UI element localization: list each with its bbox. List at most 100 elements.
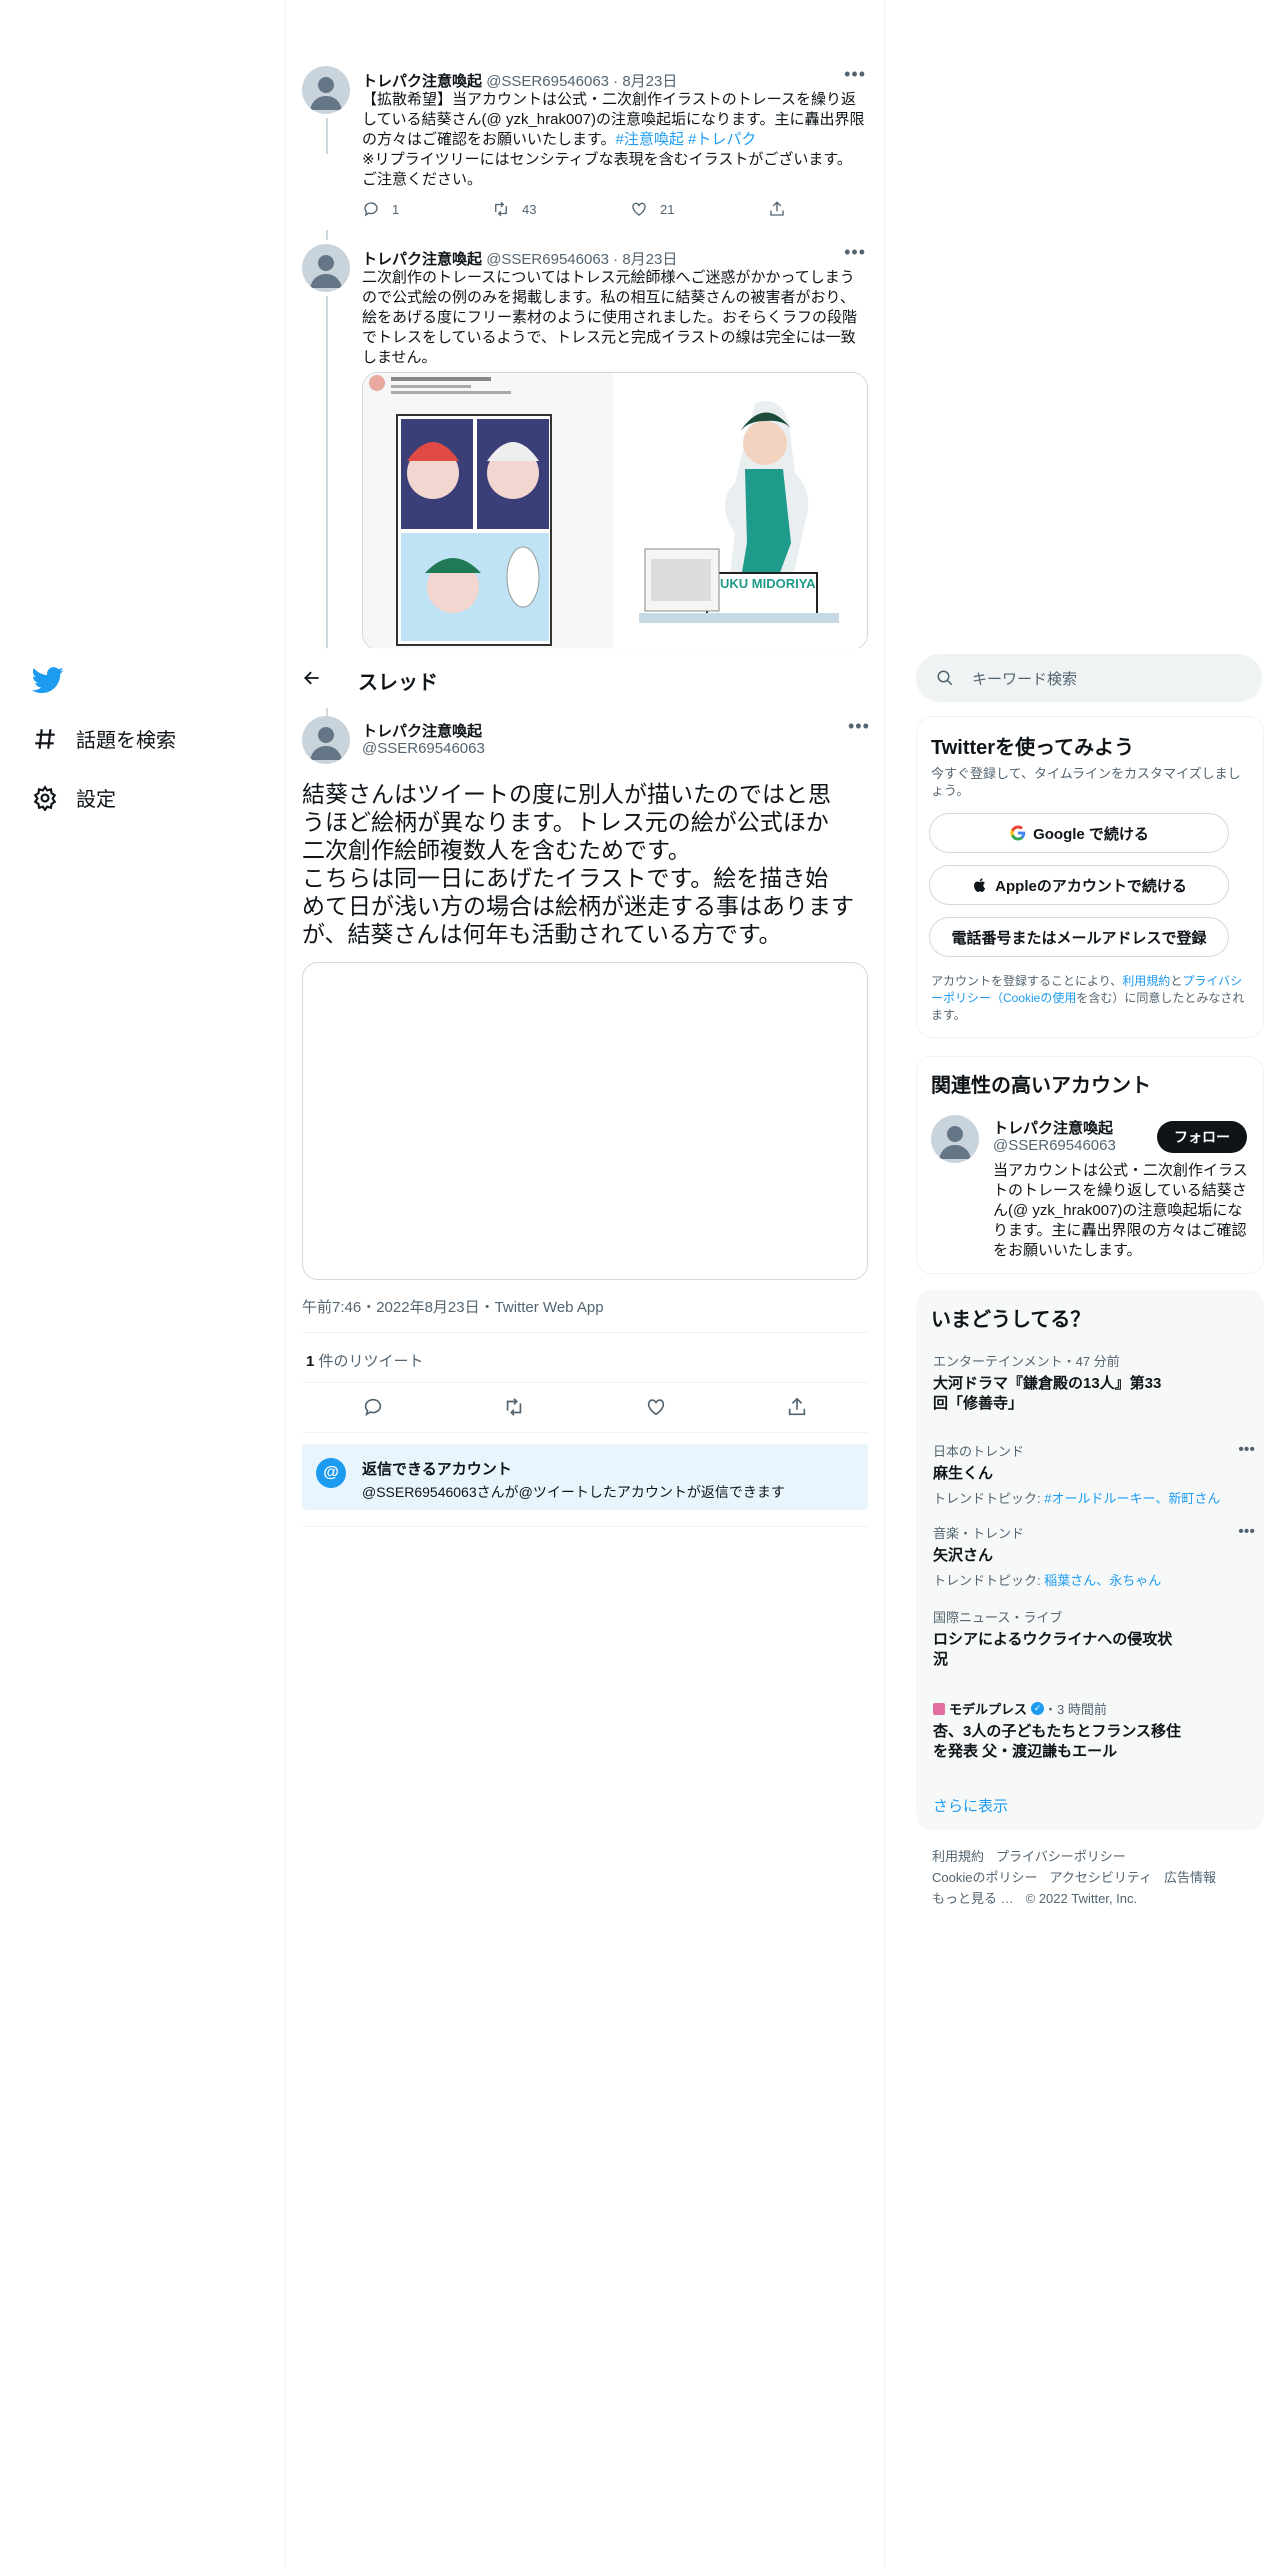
more-options-icon[interactable]: ••• — [1238, 1523, 1255, 1541]
signup-legal: アカウントを登録することにより、利用規約とプライバシーポリシー（Cookieの使… — [931, 973, 1247, 1024]
thread-tweet-1[interactable]: トレパク注意喚起 @SSER69546063 · 8月23日 ••• 【拡散希望… — [302, 64, 868, 230]
avatar[interactable] — [302, 244, 350, 292]
tweet-line: ※リプライツリーにはセンシティブな表現を含むイラストがございます。 — [362, 151, 852, 168]
share-button[interactable] — [768, 200, 798, 218]
phone-email-signup-label: 電話番号またはメールアドレスで登録 — [951, 929, 1207, 947]
tweet-header: トレパク注意喚起 @SSER69546063 · 8月23日 — [362, 73, 678, 90]
default-avatar-icon — [939, 1126, 971, 1159]
default-avatar-icon — [310, 77, 342, 110]
related-handle[interactable]: @SSER69546063 — [993, 1137, 1116, 1154]
twitter-logo-icon[interactable] — [32, 664, 64, 696]
reply-restriction-title: 返信できるアカウント — [362, 1461, 512, 1478]
phone-email-signup-button[interactable]: 電話番号またはメールアドレスで登録 — [929, 917, 1229, 957]
trend-item[interactable]: エンターテインメント・47 分前 大河ドラマ『鎌倉殿の13人』第33回「修善寺」 — [933, 1351, 1243, 1414]
tweet-text: 【拡散希望】当アカウントは公式・二次創作イラストのトレースを繰り返 している結葵… — [362, 90, 872, 190]
search-input[interactable]: キーワード検索 — [916, 654, 1262, 702]
display-name[interactable]: トレパク注意喚起 — [362, 251, 482, 268]
handle[interactable]: @SSER69546063 — [362, 740, 485, 757]
tweet-line: でトレスをしているようで、トレス元と完成イラストの線は完全には一致 — [362, 329, 856, 346]
trend-name: 矢沢さん — [933, 1547, 994, 1564]
heart-icon[interactable] — [645, 1396, 667, 1418]
share-icon — [770, 201, 784, 216]
tweet-date[interactable]: 8月23日 — [622, 251, 677, 268]
reply-button[interactable]: 1 — [362, 200, 492, 218]
signup-panel: Twitterを使ってみよう 今すぐ登録して、タイムラインをカスタマイズしましょ… — [916, 716, 1264, 1038]
divider — [302, 1526, 868, 1527]
handle[interactable]: @SSER69546063 — [486, 73, 609, 90]
nav-explore-label: 話題を検索 — [76, 730, 176, 752]
trends-title: いまどうしてる？ — [931, 1309, 1091, 1331]
media-caption: IZUKU MIDORIYA — [708, 576, 816, 591]
footer-link[interactable]: 利用規約 — [932, 1849, 984, 1864]
trend-meta: 音楽・トレンド — [933, 1526, 1025, 1541]
footer-link[interactable]: アクセシビリティ — [1049, 1870, 1152, 1885]
related-name[interactable]: トレパク注意喚起 — [993, 1117, 1113, 1138]
trend-item[interactable]: モデルプレス ✓ ・3 時間前 杏、3人の子どもたちとフランス移住を発表 父・渡… — [933, 1699, 1243, 1762]
google-signup-label: Google で続ける — [1033, 825, 1149, 843]
display-name[interactable]: トレパク注意喚起 — [362, 720, 482, 741]
trend-name: 杏、3人の子どもたちとフランス移住を発表 父・渡辺謙もエール — [933, 1723, 1182, 1760]
nav-settings[interactable]: 設定 — [32, 783, 116, 812]
gear-icon — [33, 784, 57, 811]
avatar[interactable] — [302, 66, 350, 114]
tweet-text: 結葵さんはツイートの度に別人が描いたのではと思 うほど絵柄が異なります。トレス元… — [302, 780, 868, 948]
hash-icon — [35, 728, 55, 749]
thread-tweet-2[interactable]: トレパク注意喚起 @SSER69546063 · 8月23日 ••• 二次創作の… — [302, 230, 868, 656]
retweet-button[interactable]: 43 — [492, 200, 630, 218]
retweet-stats[interactable]: 1 件のリツイート — [306, 1350, 424, 1371]
more-options-icon[interactable]: ••• — [844, 242, 866, 263]
tweet-date[interactable]: 8月23日 — [622, 73, 677, 90]
trend-sub-label: トレンドトピック: — [933, 1573, 1045, 1588]
media-image-right[interactable]: IZUKU MIDORIYA — [615, 373, 867, 649]
show-more-link[interactable]: さらに表示 — [933, 1795, 1008, 1816]
footer-link[interactable]: Cookieのポリシー — [932, 1870, 1037, 1885]
trend-item[interactable]: 音楽・トレンド ••• 矢沢さん トレンドトピック: 稲葉さん、永ちゃん — [933, 1523, 1255, 1589]
apple-signup-button[interactable]: Appleのアカウントで続ける — [929, 865, 1229, 905]
google-icon — [1010, 825, 1026, 841]
footer-link[interactable]: 広告情報 — [1164, 1870, 1216, 1885]
more-options-icon[interactable]: ••• — [844, 64, 866, 85]
follow-button[interactable]: フォロー — [1157, 1121, 1247, 1153]
comic-screenshot-image — [369, 375, 552, 646]
apple-signup-label: Appleのアカウントで続ける — [995, 877, 1187, 895]
avatar[interactable] — [931, 1115, 979, 1163]
tweet-media-card[interactable] — [302, 962, 868, 1280]
trend-topic-links[interactable]: 稲葉さん、永ちゃん — [1044, 1573, 1161, 1588]
tweet-line: の方々はご確認をお願いいたします。 — [362, 131, 616, 148]
trend-name: 大河ドラマ『鎌倉殿の13人』第33回「修善寺」 — [933, 1375, 1162, 1412]
media-image-left[interactable] — [363, 373, 615, 649]
footer-more-link[interactable]: もっと見る … — [932, 1891, 1014, 1906]
thread-connector — [326, 118, 328, 154]
reply-restriction-desc: @SSER69546063さんが@ツイートしたアカウントが返信できます — [362, 1484, 785, 1500]
default-avatar-icon — [310, 727, 342, 760]
search-placeholder: キーワード検索 — [972, 671, 1078, 688]
tweet-line: 【拡散希望】当アカウントは公式・二次創作イラストのトレースを繰り返 — [362, 91, 856, 108]
trend-sub-label: トレンドトピック: — [933, 1491, 1045, 1506]
tweet-media[interactable]: IZUKU MIDORIYA — [362, 372, 868, 650]
terms-link[interactable]: 利用規約 — [1122, 974, 1170, 988]
like-button[interactable]: 21 — [630, 200, 768, 218]
hashtags-link[interactable]: #注意喚起 #トレパク — [616, 131, 757, 148]
tweet-timestamp[interactable]: 午前7:46・2022年8月23日・Twitter Web App — [302, 1296, 604, 1317]
share-icon[interactable] — [786, 1396, 808, 1418]
back-arrow-icon[interactable] — [302, 668, 322, 688]
handle[interactable]: @SSER69546063 — [486, 251, 609, 268]
trend-item[interactable]: 国際ニュース・ライブ ロシアによるウクライナへの侵攻状況 — [933, 1607, 1243, 1670]
trends-panel: いまどうしてる？ エンターテインメント・47 分前 大河ドラマ『鎌倉殿の13人』… — [916, 1290, 1264, 1830]
like-count: 21 — [660, 201, 675, 217]
nav-explore[interactable]: 話題を検索 — [32, 724, 176, 753]
tweet-actions: 1 43 21 — [362, 200, 798, 218]
footer-link[interactable]: プライバシーポリシー — [996, 1849, 1126, 1864]
retweet-icon[interactable] — [503, 1396, 525, 1418]
trend-topic-links[interactable]: #オールドルーキー、新町さん — [1044, 1491, 1220, 1506]
news-source-logo — [933, 1702, 945, 1715]
google-signup-button[interactable]: Google で続ける — [929, 813, 1229, 853]
tweet-header: トレパク注意喚起 @SSER69546063 · 8月23日 — [362, 251, 678, 268]
avatar[interactable] — [302, 716, 350, 764]
tweet-text: 二次創作のトレースについてはトレス元絵師様へご迷惑がかかってしまう ので公式絵の… — [362, 268, 872, 368]
page-title: スレッド — [358, 672, 438, 694]
reply-icon[interactable] — [362, 1396, 384, 1418]
trend-item[interactable]: 日本のトレンド ••• 麻生くん トレンドトピック: #オールドルーキー、新町さ… — [933, 1441, 1255, 1507]
display-name[interactable]: トレパク注意喚起 — [362, 73, 482, 90]
more-options-icon[interactable]: ••• — [1238, 1441, 1255, 1459]
